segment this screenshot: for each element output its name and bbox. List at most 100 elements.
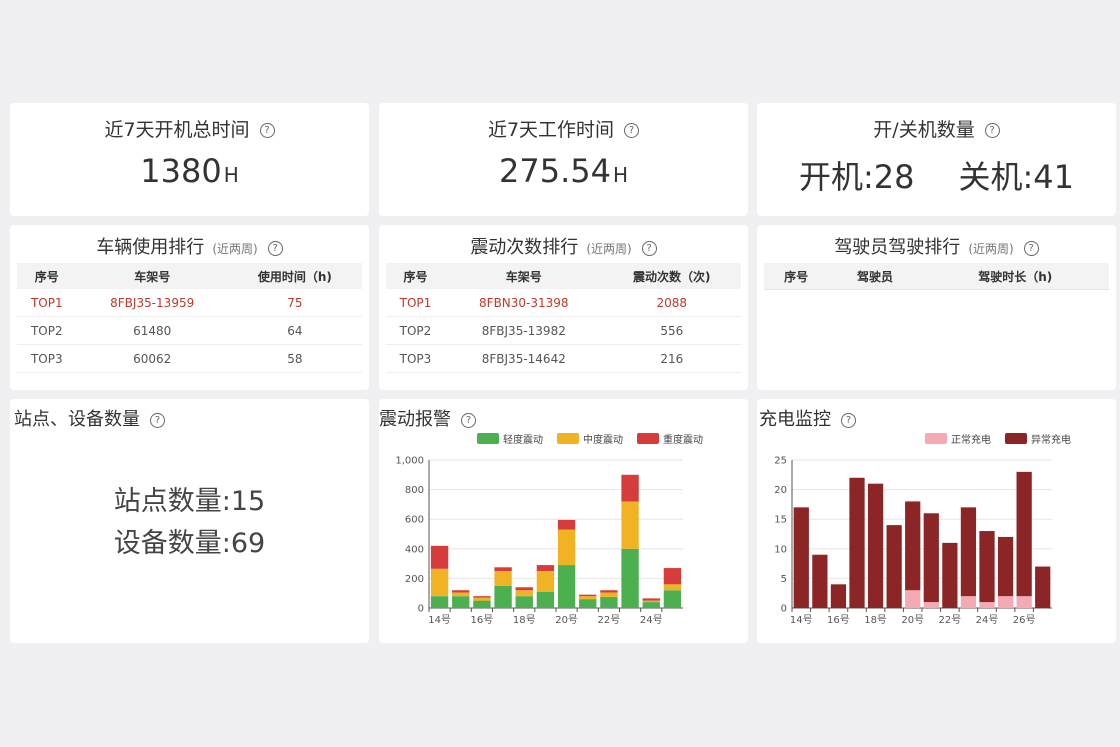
help-icon[interactable]: ? <box>1023 240 1039 256</box>
bar-segment[interactable] <box>942 542 958 608</box>
x-tick-label: 18号 <box>864 614 887 626</box>
y-tick-label: 0 <box>418 604 424 615</box>
table-header: 序号 车架号 震动次数（次) <box>386 263 741 289</box>
x-tick-label: 22号 <box>598 614 621 626</box>
bar-segment[interactable] <box>886 525 902 608</box>
bar-segment[interactable] <box>600 592 618 597</box>
x-tick-label: 14号 <box>790 614 813 626</box>
bar-segment[interactable] <box>905 501 921 591</box>
bar-segment[interactable] <box>536 571 555 592</box>
y-tick-label: 0 <box>781 604 787 615</box>
charge-monitor-chart: 0 5 10 15 20 25 14号 16号 18号 20号 22号 24号 26号 <box>774 456 1052 626</box>
help-icon[interactable]: ? <box>984 123 1000 138</box>
bar-segment[interactable] <box>494 585 512 608</box>
bar-segment[interactable] <box>867 483 884 608</box>
table-row[interactable]: TOP2 61480 64 <box>17 316 362 345</box>
bar-segment[interactable] <box>557 519 576 530</box>
bar-segment[interactable] <box>515 587 533 591</box>
bar-segment[interactable] <box>621 501 639 549</box>
help-icon[interactable]: ? <box>267 240 283 256</box>
bar-segment[interactable] <box>600 590 618 593</box>
driver-rank-table: 序号 驾驶员 驾驶时长（h) <box>764 263 1109 290</box>
kpi-title: 近7天开机总时间? <box>10 115 369 142</box>
bar-segment[interactable] <box>960 596 977 608</box>
bar-segment[interactable] <box>812 554 828 608</box>
table-header: 序号 驾驶员 驾驶时长（h) <box>764 263 1109 290</box>
help-icon[interactable]: ? <box>641 240 657 256</box>
bar-segment[interactable] <box>997 596 1014 608</box>
bar-segment[interactable] <box>494 571 512 586</box>
table-row[interactable]: TOP3 8FBJ35-14642 216 <box>386 344 741 373</box>
bar-segment[interactable] <box>452 590 470 593</box>
y-tick-label: 20 <box>774 485 787 496</box>
power-off-count: 关机:41 <box>958 158 1075 196</box>
bar-segment[interactable] <box>642 602 660 608</box>
bar-segment[interactable] <box>452 596 470 608</box>
y-tick-label: 800 <box>405 485 424 496</box>
bar-segment[interactable] <box>979 602 995 608</box>
bar-segment[interactable] <box>515 590 533 597</box>
section-title: 站点、设备数量? <box>14 405 165 431</box>
y-tick-label: 10 <box>774 544 787 555</box>
power-counts: 开机:28 关机:41 <box>757 152 1116 198</box>
bar-segment[interactable] <box>642 600 660 603</box>
vibration-rank-card: 震动次数排行 (近两周)? 序号 车架号 震动次数（次) TOP1 8FBN30-3… <box>379 225 748 390</box>
bar-segment[interactable] <box>663 584 682 591</box>
bar-segment[interactable] <box>430 596 449 608</box>
bar-segment[interactable] <box>600 596 618 608</box>
help-icon[interactable]: ? <box>259 123 275 138</box>
table-row[interactable]: TOP3 60062 58 <box>17 344 362 373</box>
help-icon[interactable]: ? <box>624 123 640 138</box>
table-row[interactable]: TOP1 8FBJ35-13959 75 <box>17 289 362 317</box>
bar-segment[interactable] <box>979 531 995 603</box>
bar-segment[interactable] <box>642 598 660 601</box>
bar-segment[interactable] <box>663 590 682 608</box>
kpi-title: 近7天工作时间? <box>379 115 748 142</box>
bar-segment[interactable] <box>1035 566 1051 608</box>
bar-segment[interactable] <box>430 568 449 597</box>
kpi-title: 开/关机数量? <box>757 115 1116 142</box>
bar-segment[interactable] <box>579 599 597 608</box>
x-tick-label: 22号 <box>938 614 961 626</box>
bar-segment[interactable] <box>430 545 449 569</box>
bar-segment[interactable] <box>1016 471 1032 597</box>
bar-segment[interactable] <box>557 529 576 566</box>
rank-title: 车辆使用排行 (近两周)? <box>10 233 369 259</box>
y-tick-label: 600 <box>405 515 424 526</box>
table-header: 序号 车架号 使用时间（h) <box>17 263 362 289</box>
bar-segment[interactable] <box>473 597 491 601</box>
bar-segment[interactable] <box>1016 596 1032 608</box>
bar-segment[interactable] <box>473 596 491 598</box>
bar-segment[interactable] <box>830 584 847 608</box>
bar-segment[interactable] <box>557 565 576 608</box>
bar-segment[interactable] <box>793 507 809 608</box>
device-count: 设备数量:69 <box>113 528 266 559</box>
x-tick-label: 24号 <box>976 614 999 626</box>
bar-segment[interactable] <box>849 477 865 608</box>
bar-segment[interactable] <box>923 513 939 603</box>
vibration-rank-table: 序号 车架号 震动次数（次) TOP1 8FBN30-31398 2088 TOP2… <box>386 263 741 373</box>
bar-segment[interactable] <box>579 596 597 600</box>
bar-segment[interactable] <box>473 600 491 608</box>
bar-segment[interactable] <box>494 567 512 571</box>
bar-segment[interactable] <box>515 596 533 608</box>
kpi-card-power-count: 开/关机数量? 开机:28 关机:41 <box>757 103 1116 216</box>
bar-segment[interactable] <box>536 565 555 571</box>
stations-card: 站点、设备数量? 站点数量:15 设备数量:69 <box>10 399 369 643</box>
bar-segment[interactable] <box>663 568 682 585</box>
table-row[interactable]: TOP1 8FBN30-31398 2088 <box>386 289 741 317</box>
table-row[interactable]: TOP2 8FBJ35-13982 556 <box>386 316 741 345</box>
bar-segment[interactable] <box>579 594 597 597</box>
y-tick-label: 1,000 <box>395 456 424 467</box>
bar-segment[interactable] <box>452 592 470 597</box>
station-count: 站点数量:15 <box>113 486 266 517</box>
bar-segment[interactable] <box>905 590 921 608</box>
bar-segment[interactable] <box>621 474 639 502</box>
bar-segment[interactable] <box>621 548 639 608</box>
bar-segment[interactable] <box>960 507 977 597</box>
bar-segment[interactable] <box>536 591 555 608</box>
y-tick-label: 400 <box>405 544 424 555</box>
bar-segment[interactable] <box>997 536 1014 597</box>
help-icon[interactable]: ? <box>150 412 165 428</box>
bar-segment[interactable] <box>923 602 939 608</box>
